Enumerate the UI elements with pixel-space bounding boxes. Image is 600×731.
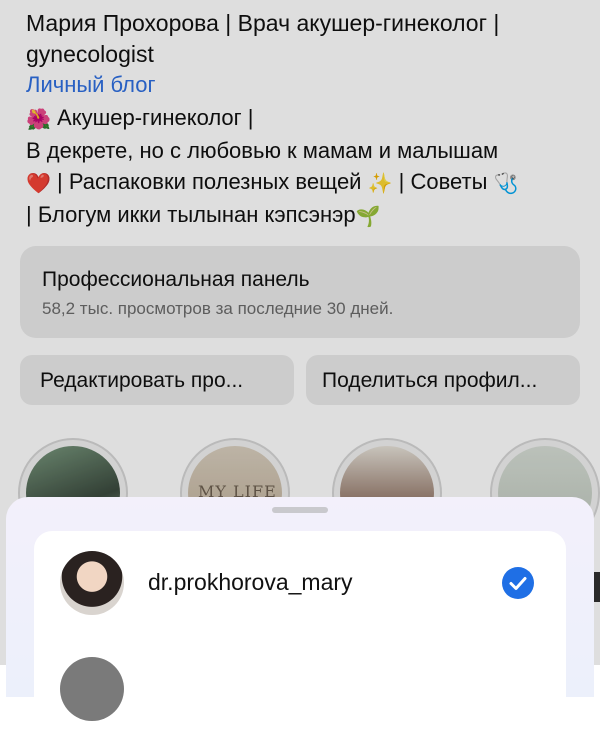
account-row[interactable]: dr.prokhorova_mary [34, 531, 566, 631]
avatar [60, 551, 124, 615]
checkmark-icon [502, 567, 534, 599]
account-switcher-sheet: dr.prokhorova_mary [6, 497, 594, 731]
avatar[interactable] [60, 657, 124, 721]
sheet-drag-handle[interactable] [272, 507, 328, 513]
accounts-list: dr.prokhorova_mary [34, 531, 566, 731]
account-username: dr.prokhorova_mary [148, 569, 353, 595]
